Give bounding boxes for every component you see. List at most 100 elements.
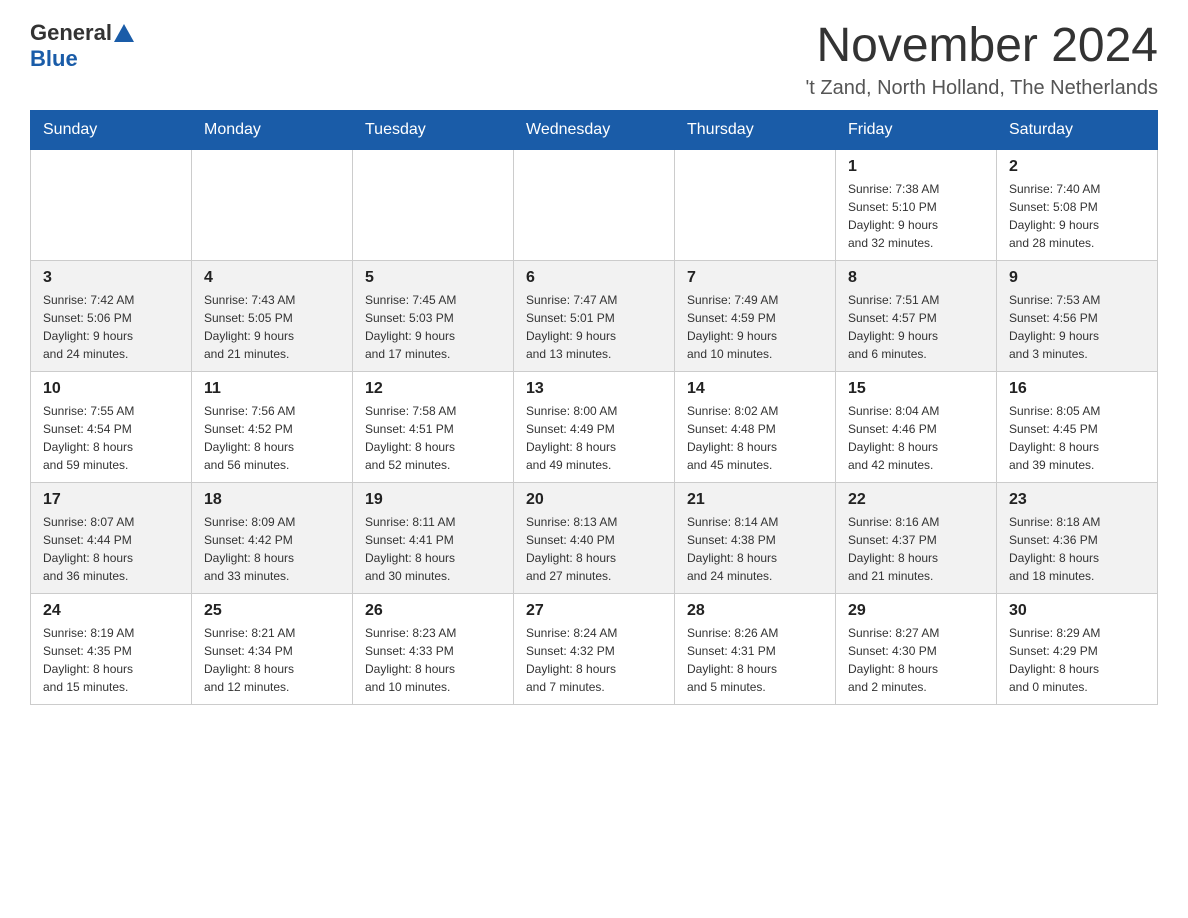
calendar-cell: 11Sunrise: 7:56 AM Sunset: 4:52 PM Dayli…: [192, 371, 353, 482]
sun-info: Sunrise: 8:24 AM Sunset: 4:32 PM Dayligh…: [526, 624, 662, 696]
day-header-saturday: Saturday: [997, 110, 1158, 149]
day-number: 4: [204, 269, 340, 287]
logo-blue-text: Blue: [30, 46, 78, 72]
day-header-thursday: Thursday: [675, 110, 836, 149]
sun-info: Sunrise: 8:27 AM Sunset: 4:30 PM Dayligh…: [848, 624, 984, 696]
day-header-monday: Monday: [192, 110, 353, 149]
day-number: 7: [687, 269, 823, 287]
calendar-cell: [31, 149, 192, 260]
logo-top: General: [30, 20, 136, 46]
calendar-cell: [192, 149, 353, 260]
day-number: 1: [848, 158, 984, 176]
logo: General Blue: [30, 20, 136, 72]
day-number: 6: [526, 269, 662, 287]
calendar-cell: 18 Sunrise: 8:09 AM Sunset: 4:42 PM Dayli…: [192, 482, 353, 593]
calendar-cell: 23Sunrise: 8:18 AM Sunset: 4:36 PM Dayli…: [997, 482, 1158, 593]
sun-info: Sunrise: 8:26 AM Sunset: 4:31 PM Dayligh…: [687, 624, 823, 696]
calendar-cell: 12Sunrise: 7:58 AM Sunset: 4:51 PM Dayli…: [353, 371, 514, 482]
day-number: 21: [687, 491, 823, 509]
day-number: 25: [204, 602, 340, 620]
sun-info: Sunrise: 7:42 AM Sunset: 5:06 PM Dayligh…: [43, 291, 179, 363]
sun-info: Sunrise: 8:07 AM Sunset: 4:44 PM Dayligh…: [43, 513, 179, 585]
calendar-cell: 9 Sunrise: 7:53 AM Sunset: 4:56 PM Daylig…: [997, 260, 1158, 371]
day-header-tuesday: Tuesday: [353, 110, 514, 149]
calendar-cell: 27 Sunrise: 8:24 AM Sunset: 4:32 PM Dayli…: [514, 593, 675, 704]
sun-info: Sunrise: 8:16 AM Sunset: 4:37 PM Dayligh…: [848, 513, 984, 585]
calendar-cell: 19 Sunrise: 8:11 AM Sunset: 4:41 PM Dayli…: [353, 482, 514, 593]
calendar-cell: 29 Sunrise: 8:27 AM Sunset: 4:30 PM Dayli…: [836, 593, 997, 704]
day-number: 14: [687, 380, 823, 398]
day-number: 5: [365, 269, 501, 287]
calendar-cell: 14 Sunrise: 8:02 AM Sunset: 4:48 PM Dayli…: [675, 371, 836, 482]
calendar-cell: 25 Sunrise: 8:21 AM Sunset: 4:34 PM Dayli…: [192, 593, 353, 704]
calendar-header-row: SundayMondayTuesdayWednesdayThursdayFrid…: [31, 110, 1158, 149]
day-number: 3: [43, 269, 179, 287]
sun-info: Sunrise: 8:18 AM Sunset: 4:36 PM Dayligh…: [1009, 513, 1145, 585]
sun-info: Sunrise: 7:45 AM Sunset: 5:03 PM Dayligh…: [365, 291, 501, 363]
day-number: 16: [1009, 380, 1145, 398]
day-number: 26: [365, 602, 501, 620]
logo-triangle-icon: [114, 24, 134, 42]
calendar-cell: 16 Sunrise: 8:05 AM Sunset: 4:45 PM Dayli…: [997, 371, 1158, 482]
sun-info: Sunrise: 7:51 AM Sunset: 4:57 PM Dayligh…: [848, 291, 984, 363]
calendar-week-row: 24Sunrise: 8:19 AM Sunset: 4:35 PM Dayli…: [31, 593, 1158, 704]
calendar-week-row: 3 Sunrise: 7:42 AM Sunset: 5:06 PM Daylig…: [31, 260, 1158, 371]
sun-info: Sunrise: 7:49 AM Sunset: 4:59 PM Dayligh…: [687, 291, 823, 363]
calendar-cell: [675, 149, 836, 260]
sun-info: Sunrise: 8:23 AM Sunset: 4:33 PM Dayligh…: [365, 624, 501, 696]
sun-info: Sunrise: 8:11 AM Sunset: 4:41 PM Dayligh…: [365, 513, 501, 585]
sun-info: Sunrise: 8:02 AM Sunset: 4:48 PM Dayligh…: [687, 402, 823, 474]
sun-info: Sunrise: 7:53 AM Sunset: 4:56 PM Dayligh…: [1009, 291, 1145, 363]
sun-info: Sunrise: 7:40 AM Sunset: 5:08 PM Dayligh…: [1009, 180, 1145, 252]
day-number: 27: [526, 602, 662, 620]
calendar-cell: 1 Sunrise: 7:38 AM Sunset: 5:10 PM Daylig…: [836, 149, 997, 260]
calendar-cell: [353, 149, 514, 260]
day-number: 22: [848, 491, 984, 509]
calendar-cell: 15Sunrise: 8:04 AM Sunset: 4:46 PM Dayli…: [836, 371, 997, 482]
calendar-week-row: 10Sunrise: 7:55 AM Sunset: 4:54 PM Dayli…: [31, 371, 1158, 482]
sun-info: Sunrise: 8:05 AM Sunset: 4:45 PM Dayligh…: [1009, 402, 1145, 474]
day-number: 9: [1009, 269, 1145, 287]
sun-info: Sunrise: 8:09 AM Sunset: 4:42 PM Dayligh…: [204, 513, 340, 585]
day-number: 18: [204, 491, 340, 509]
sun-info: Sunrise: 8:21 AM Sunset: 4:34 PM Dayligh…: [204, 624, 340, 696]
sun-info: Sunrise: 8:00 AM Sunset: 4:49 PM Dayligh…: [526, 402, 662, 474]
calendar-cell: 4 Sunrise: 7:43 AM Sunset: 5:05 PM Daylig…: [192, 260, 353, 371]
day-header-friday: Friday: [836, 110, 997, 149]
sun-info: Sunrise: 8:14 AM Sunset: 4:38 PM Dayligh…: [687, 513, 823, 585]
day-number: 8: [848, 269, 984, 287]
title-section: November 2024 't Zand, North Holland, Th…: [805, 20, 1158, 100]
calendar-week-row: 1 Sunrise: 7:38 AM Sunset: 5:10 PM Daylig…: [31, 149, 1158, 260]
day-number: 19: [365, 491, 501, 509]
day-number: 30: [1009, 602, 1145, 620]
sun-info: Sunrise: 7:43 AM Sunset: 5:05 PM Dayligh…: [204, 291, 340, 363]
day-header-wednesday: Wednesday: [514, 110, 675, 149]
calendar-cell: 2 Sunrise: 7:40 AM Sunset: 5:08 PM Daylig…: [997, 149, 1158, 260]
calendar-cell: 28 Sunrise: 8:26 AM Sunset: 4:31 PM Dayli…: [675, 593, 836, 704]
calendar-cell: 30 Sunrise: 8:29 AM Sunset: 4:29 PM Dayli…: [997, 593, 1158, 704]
day-number: 28: [687, 602, 823, 620]
day-number: 2: [1009, 158, 1145, 176]
calendar-cell: [514, 149, 675, 260]
calendar-cell: 8 Sunrise: 7:51 AM Sunset: 4:57 PM Daylig…: [836, 260, 997, 371]
day-number: 29: [848, 602, 984, 620]
calendar-cell: 13Sunrise: 8:00 AM Sunset: 4:49 PM Dayli…: [514, 371, 675, 482]
month-title: November 2024: [805, 20, 1158, 73]
sun-info: Sunrise: 7:38 AM Sunset: 5:10 PM Dayligh…: [848, 180, 984, 252]
sun-info: Sunrise: 8:04 AM Sunset: 4:46 PM Dayligh…: [848, 402, 984, 474]
calendar-cell: 20Sunrise: 8:13 AM Sunset: 4:40 PM Dayli…: [514, 482, 675, 593]
calendar-cell: 22 Sunrise: 8:16 AM Sunset: 4:37 PM Dayli…: [836, 482, 997, 593]
location-subtitle: 't Zand, North Holland, The Netherlands: [805, 77, 1158, 100]
day-number: 17: [43, 491, 179, 509]
calendar-cell: 10Sunrise: 7:55 AM Sunset: 4:54 PM Dayli…: [31, 371, 192, 482]
sun-info: Sunrise: 8:19 AM Sunset: 4:35 PM Dayligh…: [43, 624, 179, 696]
day-number: 10: [43, 380, 179, 398]
sun-info: Sunrise: 7:56 AM Sunset: 4:52 PM Dayligh…: [204, 402, 340, 474]
calendar-cell: 24Sunrise: 8:19 AM Sunset: 4:35 PM Dayli…: [31, 593, 192, 704]
sun-info: Sunrise: 8:13 AM Sunset: 4:40 PM Dayligh…: [526, 513, 662, 585]
calendar-cell: 21 Sunrise: 8:14 AM Sunset: 4:38 PM Dayli…: [675, 482, 836, 593]
logo-general-text: General: [30, 20, 112, 46]
sun-info: Sunrise: 8:29 AM Sunset: 4:29 PM Dayligh…: [1009, 624, 1145, 696]
sun-info: Sunrise: 7:47 AM Sunset: 5:01 PM Dayligh…: [526, 291, 662, 363]
calendar-cell: 26 Sunrise: 8:23 AM Sunset: 4:33 PM Dayli…: [353, 593, 514, 704]
